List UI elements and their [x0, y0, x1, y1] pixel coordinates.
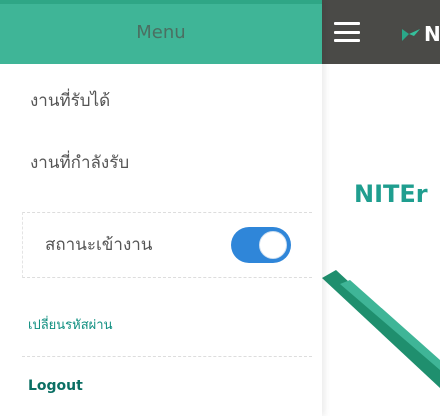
nav-drawer: Menu งานที่รับได้ งานที่กำลังรับ สถานะเข…	[0, 0, 322, 416]
drawer-header: Menu	[0, 0, 322, 64]
screen: N NITEr Menu งานที่รับได้ งานที่กำลังรับ…	[0, 0, 440, 416]
menu-item-available-jobs[interactable]: งานที่รับได้	[0, 86, 322, 116]
status-toggle-switch[interactable]	[231, 227, 291, 263]
app-title: NITEr	[354, 180, 428, 208]
hamburger-icon[interactable]	[334, 22, 360, 42]
toggle-knob	[259, 231, 287, 259]
app-content: N NITEr	[322, 0, 440, 416]
banner-graphic	[322, 270, 440, 388]
status-toggle-row: สถานะเข้างาน	[22, 212, 312, 278]
logout-link[interactable]: Logout	[0, 372, 322, 400]
drawer-title: Menu	[136, 22, 186, 43]
brand-text: N	[424, 22, 440, 46]
status-toggle-label: สถานะเข้างาน	[45, 235, 153, 255]
menu-item-active-jobs[interactable]: งานที่กำลังรับ	[0, 148, 322, 178]
app-header: N	[322, 0, 440, 64]
change-password-link[interactable]: เปลี่ยนรหัสผ่าน	[0, 312, 322, 340]
divider	[22, 356, 312, 357]
brand-logo-icon	[402, 29, 420, 41]
